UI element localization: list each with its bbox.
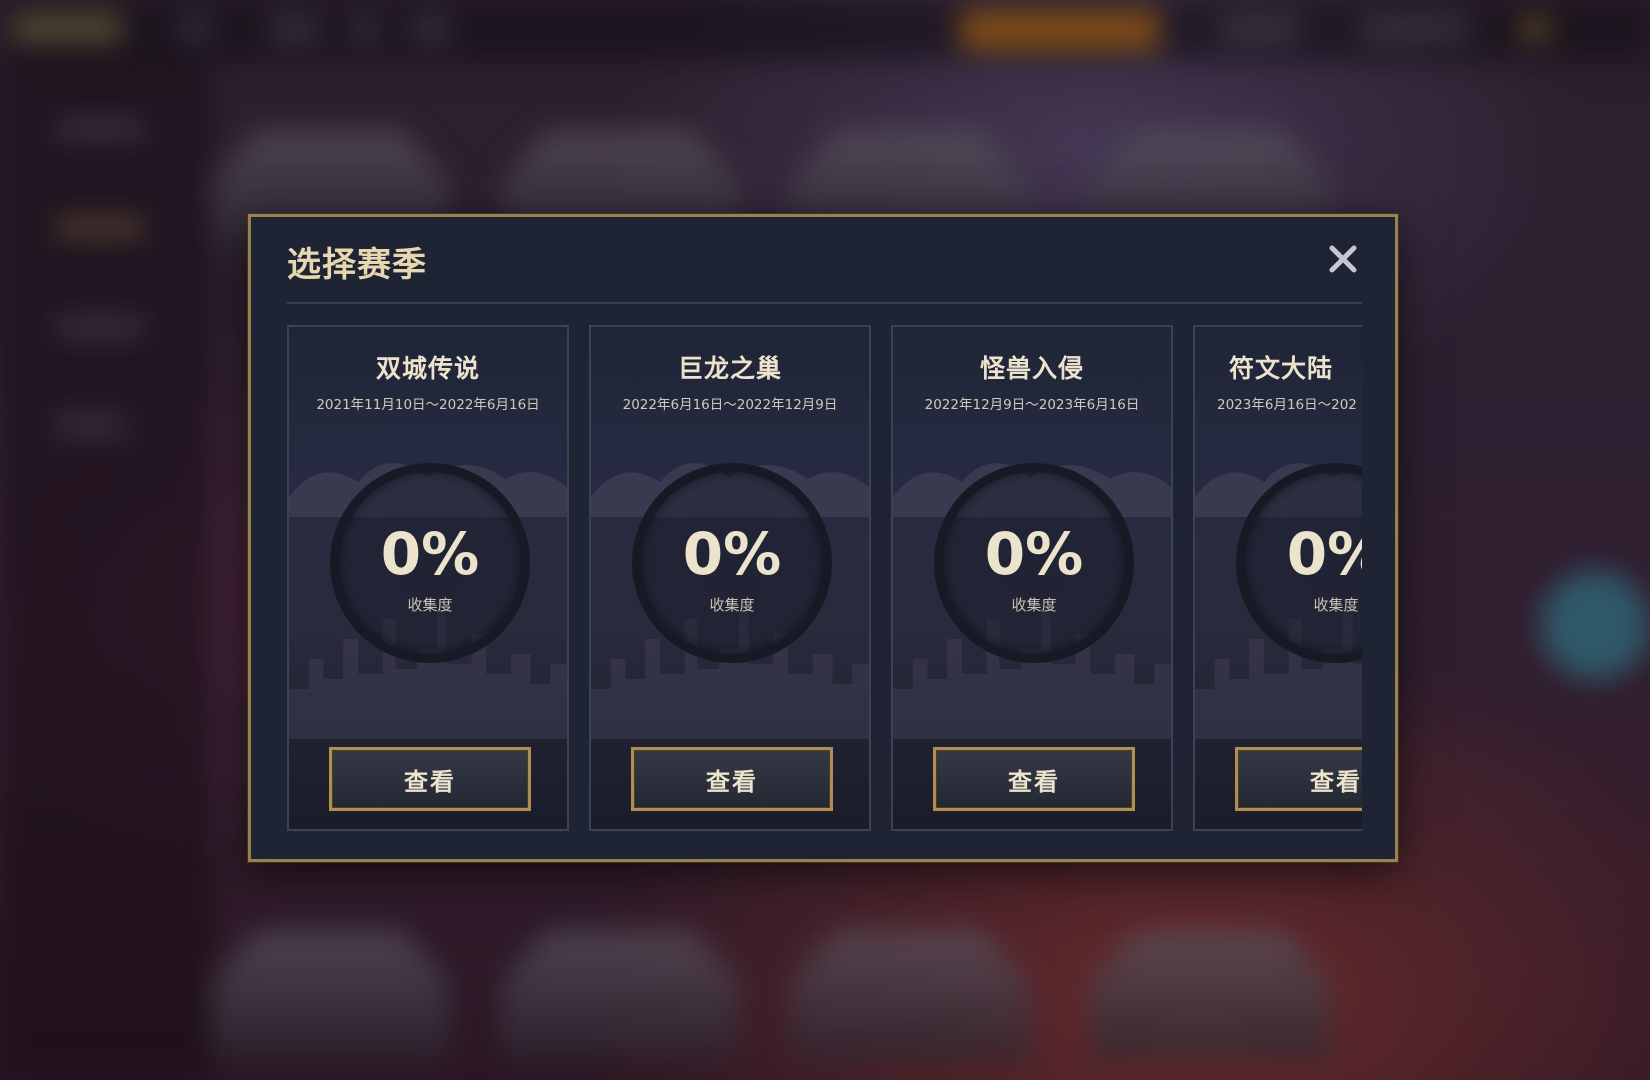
season-name: 巨龙之巢: [677, 354, 782, 383]
dialog-title: 选择赛季: [287, 245, 427, 285]
season-card: 怪兽入侵 2022年12月9日～2023年6月16日 0% 收集度 查看: [891, 325, 1173, 831]
select-season-dialog: 选择赛季 双城传说 2021年11月10日～2022年6月16日 0% 收集度 …: [248, 214, 1398, 862]
season-card: 符文大陆 2023年6月16日～202 0% 收集度 查看: [1193, 325, 1362, 831]
season-dates: 2021年11月10日～2022年6月16日: [316, 397, 540, 413]
close-icon: [1329, 245, 1357, 273]
collection-progress-value: 0%: [1286, 520, 1362, 588]
view-button[interactable]: 查看: [329, 747, 531, 811]
view-button[interactable]: 查看: [933, 747, 1135, 811]
collection-progress-ring: 0% 收集度: [632, 463, 832, 663]
view-button[interactable]: 查看: [1235, 747, 1362, 811]
collection-progress-label: 收集度: [709, 596, 755, 614]
dialog-divider: [287, 302, 1362, 304]
season-dates: 2023年6月16日～202: [1217, 397, 1357, 413]
season-card: 巨龙之巢 2022年6月16日～2022年12月9日 0% 收集度 查看: [589, 325, 871, 831]
collection-progress-value: 0%: [682, 520, 782, 588]
season-card: 双城传说 2021年11月10日～2022年6月16日 0% 收集度 查看: [287, 325, 569, 831]
collection-progress-label: 收集度: [1313, 596, 1359, 614]
season-card-list[interactable]: 双城传说 2021年11月10日～2022年6月16日 0% 收集度 查看 巨龙…: [287, 325, 1362, 833]
collection-progress-ring: 0% 收集度: [934, 463, 1134, 663]
collection-progress-label: 收集度: [407, 596, 453, 614]
collection-progress-label: 收集度: [1011, 596, 1057, 614]
collection-progress-value: 0%: [984, 520, 1084, 588]
season-dates: 2022年6月16日～2022年12月9日: [622, 397, 838, 413]
season-name: 双城传说: [375, 354, 480, 383]
close-button[interactable]: [1323, 239, 1363, 279]
collection-progress-ring: 0% 收集度: [330, 463, 530, 663]
season-dates: 2022年12月9日～2023年6月16日: [924, 397, 1140, 413]
view-button[interactable]: 查看: [631, 747, 833, 811]
collection-progress-value: 0%: [380, 520, 480, 588]
season-name: 符文大陆: [1228, 354, 1333, 383]
season-name: 怪兽入侵: [979, 354, 1084, 383]
